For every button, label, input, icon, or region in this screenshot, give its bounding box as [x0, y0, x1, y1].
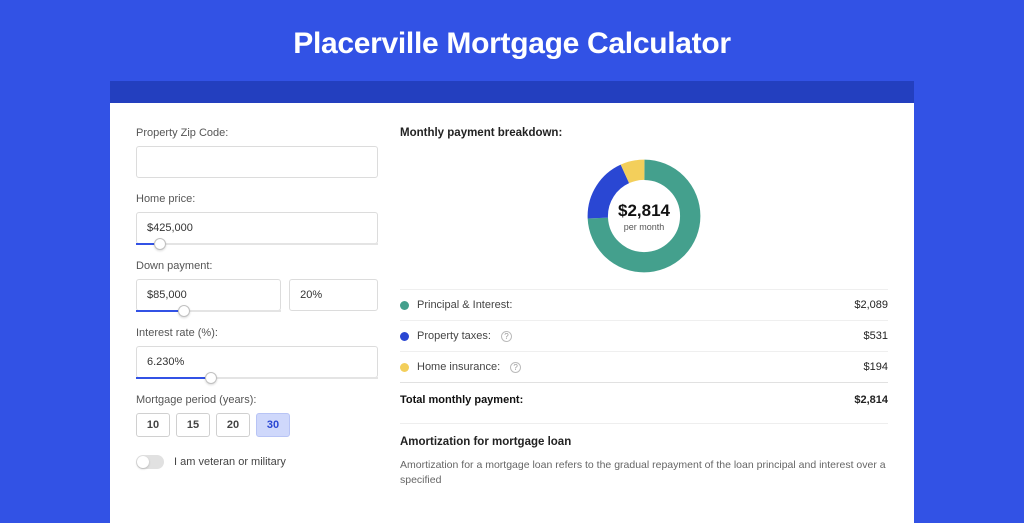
legend-dot-blue-icon [400, 332, 409, 341]
price-label: Home price: [136, 193, 378, 205]
down-label: Down payment: [136, 260, 378, 272]
period-field-group: Mortgage period (years): 10 15 20 30 [136, 394, 378, 437]
down-slider-fill [136, 310, 184, 312]
zip-input[interactable] [136, 146, 378, 178]
breakdown-title: Monthly payment breakdown: [400, 127, 888, 139]
zip-field-group: Property Zip Code: [136, 127, 378, 178]
veteran-toggle-knob [137, 456, 149, 468]
zip-label: Property Zip Code: [136, 127, 378, 139]
donut-chart-wrap: $2,814 per month [400, 149, 888, 289]
veteran-toggle-label: I am veteran or military [174, 456, 286, 468]
page-title: Placerville Mortgage Calculator [0, 0, 1024, 81]
period-options: 10 15 20 30 [136, 413, 378, 437]
price-slider-thumb[interactable] [154, 238, 166, 250]
legend-value-principal: $2,089 [854, 299, 888, 311]
total-value: $2,814 [854, 394, 888, 406]
amortization-section: Amortization for mortgage loan Amortizat… [400, 423, 888, 487]
legend-row-principal: Principal & Interest: $2,089 [400, 289, 888, 320]
veteran-toggle[interactable] [136, 455, 164, 469]
down-amount-input[interactable] [136, 279, 281, 311]
legend-label-principal: Principal & Interest: [417, 299, 512, 311]
legend-dot-green-icon [400, 301, 409, 310]
period-option-30[interactable]: 30 [256, 413, 290, 437]
donut-amount: $2,814 [618, 201, 670, 221]
period-option-10[interactable]: 10 [136, 413, 170, 437]
down-field-group: Down payment: [136, 260, 378, 312]
rate-field-group: Interest rate (%): [136, 327, 378, 379]
calculator-card: Property Zip Code: Home price: Down paym… [110, 103, 914, 523]
legend-row-taxes: Property taxes: ? $531 [400, 320, 888, 351]
price-slider[interactable] [136, 243, 378, 245]
breakdown-column: Monthly payment breakdown: $2,814 per mo… [400, 127, 888, 523]
rate-slider-thumb[interactable] [205, 372, 217, 384]
legend-label-insurance: Home insurance: [417, 361, 500, 373]
price-field-group: Home price: [136, 193, 378, 245]
legend-label-taxes: Property taxes: [417, 330, 491, 342]
down-percent-input[interactable] [289, 279, 378, 311]
period-label: Mortgage period (years): [136, 394, 378, 406]
amortization-title: Amortization for mortgage loan [400, 436, 888, 448]
amortization-text: Amortization for a mortgage loan refers … [400, 458, 888, 487]
info-icon[interactable]: ? [501, 331, 512, 342]
price-input[interactable] [136, 212, 378, 244]
rate-input[interactable] [136, 346, 378, 378]
rate-label: Interest rate (%): [136, 327, 378, 339]
down-slider[interactable] [136, 310, 281, 312]
donut-subtext: per month [624, 222, 665, 232]
legend-value-taxes: $531 [864, 330, 888, 342]
period-option-20[interactable]: 20 [216, 413, 250, 437]
down-slider-thumb[interactable] [178, 305, 190, 317]
total-row: Total monthly payment: $2,814 [400, 382, 888, 417]
header-accent-bar [110, 81, 914, 103]
legend-dot-yellow-icon [400, 363, 409, 372]
veteran-toggle-row: I am veteran or military [136, 455, 378, 469]
legend-row-insurance: Home insurance: ? $194 [400, 351, 888, 382]
donut-chart: $2,814 per month [583, 155, 705, 277]
legend-value-insurance: $194 [864, 361, 888, 373]
info-icon[interactable]: ? [510, 362, 521, 373]
rate-slider[interactable] [136, 377, 378, 379]
donut-center: $2,814 per month [583, 155, 705, 277]
rate-slider-fill [136, 377, 211, 379]
form-column: Property Zip Code: Home price: Down paym… [136, 127, 378, 523]
period-option-15[interactable]: 15 [176, 413, 210, 437]
total-label: Total monthly payment: [400, 394, 523, 406]
